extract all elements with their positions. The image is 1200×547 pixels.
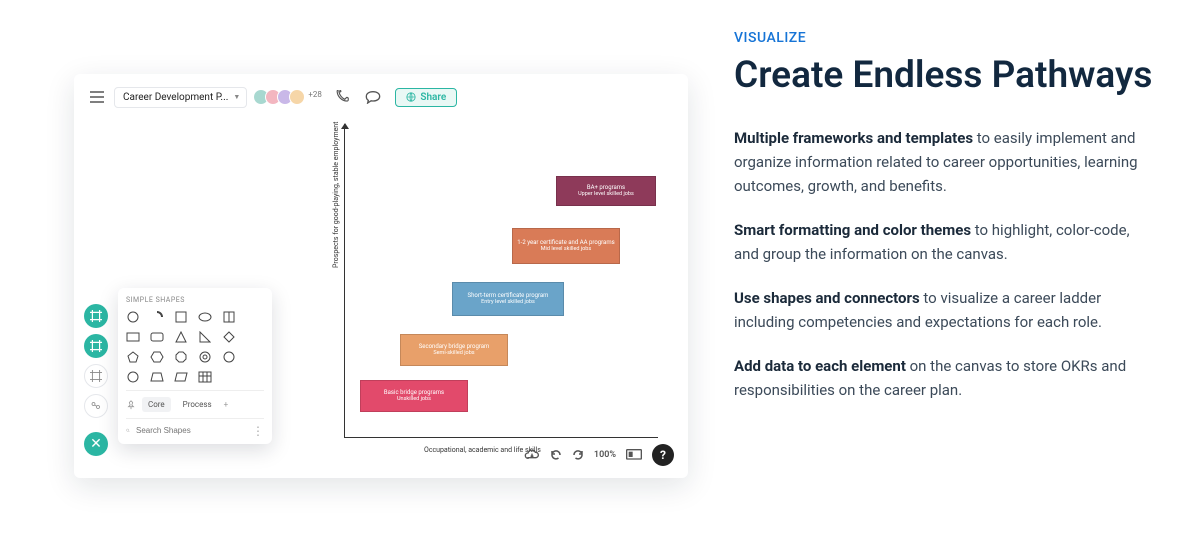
shape-circle-alt-icon[interactable] [222, 350, 236, 364]
shape-parallelogram-icon[interactable] [174, 370, 188, 384]
shape-trapezoid-icon[interactable] [150, 370, 164, 384]
shape-row [126, 310, 264, 324]
shape-circle-icon[interactable] [126, 310, 140, 324]
shape-square-icon[interactable] [174, 310, 188, 324]
help-button[interactable]: ? [652, 444, 674, 466]
zoom-level[interactable]: 100% [594, 450, 616, 460]
avatar-overflow-count: +28 [307, 89, 323, 105]
paragraph-4: Add data to each element on the canvas t… [734, 354, 1154, 402]
career-step-box[interactable]: Secondary bridge programSemi-skilled job… [400, 334, 508, 366]
shapes-panel-header: SIMPLE SHAPES [126, 296, 264, 304]
career-step-box[interactable]: 1-2 year certificate and AA programsMid … [512, 228, 620, 264]
shape-right-triangle-icon[interactable] [198, 330, 212, 344]
freehand-tool-button[interactable] [84, 394, 108, 418]
document-title-dropdown[interactable]: Career Development P... ▼ [114, 87, 247, 108]
avatar [289, 89, 305, 105]
step-line2: Upper level skilled jobs [578, 191, 634, 198]
comment-icon[interactable] [363, 87, 383, 107]
shapes-panel: SIMPLE SHAPES [118, 288, 272, 444]
marketing-copy: VISUALIZE Create Endless Pathways Multip… [734, 30, 1154, 422]
shape-row [126, 330, 264, 344]
step-line1: 1-2 year certificate and AA programs [517, 239, 614, 247]
shape-ring-icon[interactable] [198, 350, 212, 364]
presentation-icon[interactable] [626, 449, 642, 461]
chart-y-axis-label: Prospects for good-playing, stable emplo… [332, 122, 340, 268]
career-step-box[interactable]: Short-term certificate programEntry leve… [452, 282, 564, 316]
tool-rail: ✕ [84, 304, 108, 456]
document-title: Career Development P... [123, 92, 228, 103]
app-window: Career Development P... ▼ +28 Share Pros… [74, 74, 688, 478]
chevron-down-icon: ▼ [233, 93, 240, 101]
shape-table-icon[interactable] [198, 370, 212, 384]
shape-ellipse-icon[interactable] [198, 310, 212, 324]
paragraph-4-bold: Add data to each element [734, 357, 906, 375]
shape-triangle-icon[interactable] [174, 330, 188, 344]
add-tab-button[interactable]: + [224, 400, 229, 409]
frame-tool-alt-button[interactable] [84, 334, 108, 358]
step-line2: Unskilled jobs [397, 396, 431, 403]
step-line1: Secondary bridge program [419, 343, 490, 351]
step-line2: Entry level skilled jobs [481, 299, 535, 306]
cloud-sync-icon[interactable] [524, 449, 540, 461]
step-line2: Mid level skilled jobs [541, 246, 591, 253]
career-step-box[interactable]: Basic bridge programsUnskilled jobs [360, 380, 468, 412]
paragraph-2-bold: Smart formatting and color themes [734, 221, 971, 239]
tab-process[interactable]: Process [177, 397, 218, 412]
headline: Create Endless Pathways [734, 54, 1154, 98]
shape-diamond-icon[interactable] [222, 330, 236, 344]
call-icon[interactable] [333, 87, 353, 107]
share-button[interactable]: Share [395, 88, 457, 107]
search-shapes-input[interactable] [136, 426, 246, 435]
shape-octagon-icon[interactable] [174, 350, 188, 364]
frame-tool-button[interactable] [84, 304, 108, 328]
hamburger-icon[interactable] [86, 86, 108, 108]
step-line1: Basic bridge programs [384, 389, 444, 397]
close-rail-button[interactable]: ✕ [84, 432, 108, 456]
paragraph-3-bold: Use shapes and connectors [734, 289, 920, 307]
pin-icon[interactable] [126, 400, 136, 410]
share-button-label: Share [420, 92, 446, 103]
shape-rounded-rect-icon[interactable] [150, 330, 164, 344]
career-step-box[interactable]: BA+ programsUpper level skilled jobs [556, 176, 656, 206]
paragraph-1-bold: Multiple frameworks and templates [734, 129, 973, 147]
step-line2: Semi-skilled jobs [433, 350, 474, 357]
shape-circle2-icon[interactable] [126, 370, 140, 384]
shape-search: ⋮ [126, 418, 264, 436]
shape-pentagon-icon[interactable] [126, 350, 140, 364]
status-bar: 100% ? [524, 444, 674, 466]
shape-hexagon-icon[interactable] [150, 350, 164, 364]
shape-arc-icon[interactable] [150, 310, 164, 324]
tab-core[interactable]: Core [142, 397, 171, 412]
eyebrow-label: VISUALIZE [734, 30, 1154, 46]
collaborator-avatars[interactable]: +28 [257, 89, 323, 105]
search-icon [126, 425, 130, 436]
step-line1: BA+ programs [587, 184, 625, 192]
shape-row [126, 350, 264, 364]
shape-cylinder-icon[interactable] [222, 310, 236, 324]
paragraph-2: Smart formatting and color themes to hig… [734, 218, 1154, 266]
chart-y-axis [344, 124, 345, 438]
undo-icon[interactable] [550, 449, 562, 461]
grid-tool-button[interactable] [84, 364, 108, 388]
shape-row [126, 370, 264, 384]
paragraph-3: Use shapes and connectors to visualize a… [734, 286, 1154, 334]
top-bar: Career Development P... ▼ +28 Share [86, 86, 457, 108]
chart-x-axis [344, 437, 658, 438]
step-line1: Short-term certificate program [468, 292, 549, 300]
redo-icon[interactable] [572, 449, 584, 461]
paragraph-1: Multiple frameworks and templates to eas… [734, 126, 1154, 198]
shape-category-tabs: Core Process + [126, 390, 264, 412]
shape-rectangle-icon[interactable] [126, 330, 140, 344]
